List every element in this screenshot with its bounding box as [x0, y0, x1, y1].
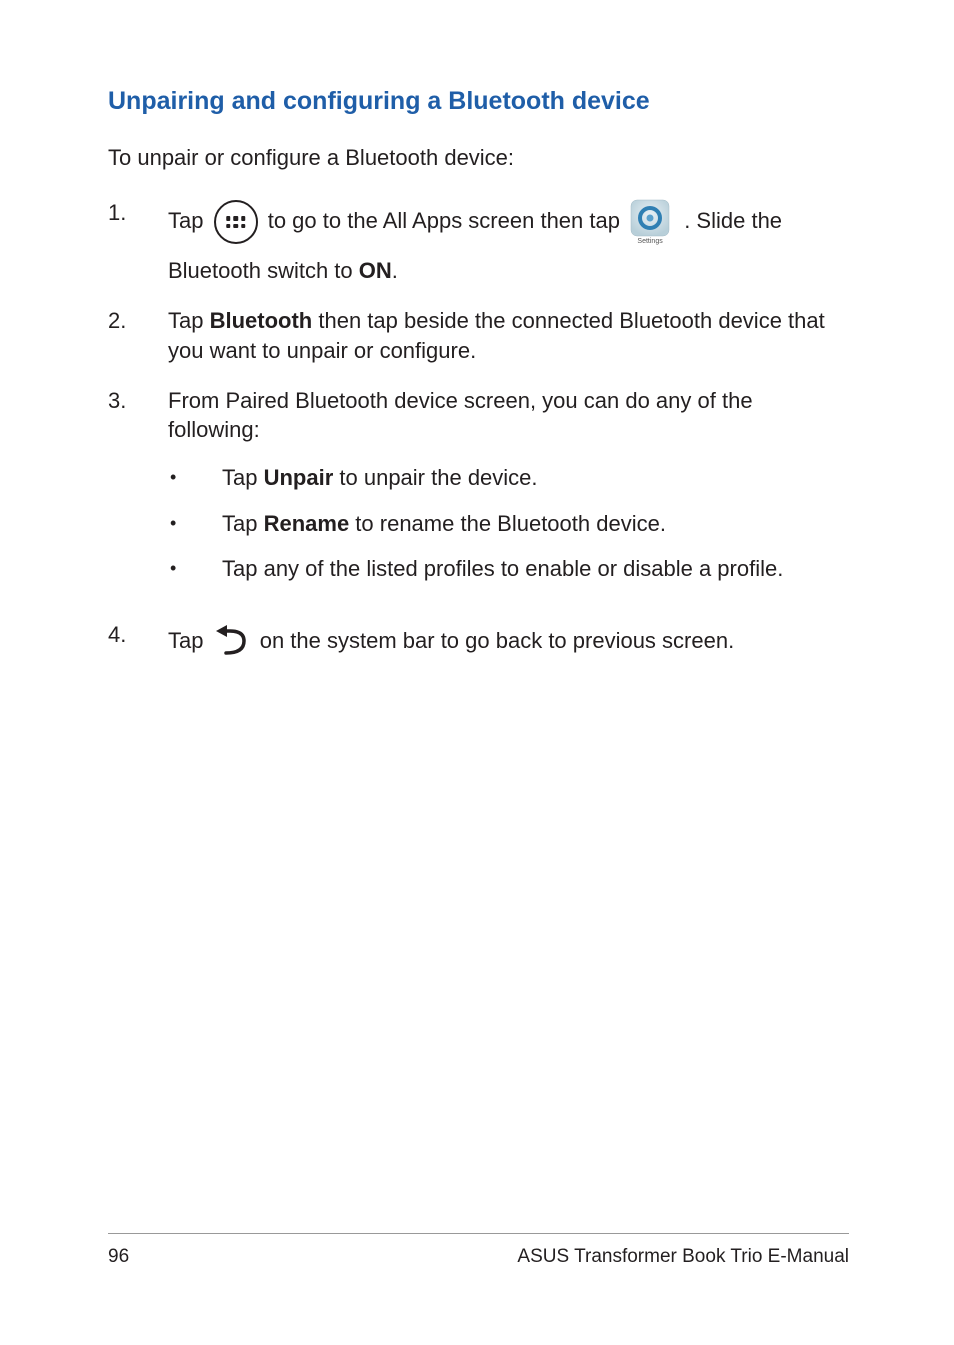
- page-footer: 96 ASUS Transformer Book Trio E-Manual: [108, 1233, 849, 1270]
- bullet1-b: Unpair: [264, 465, 334, 490]
- step1-text-c: . Slide the: [684, 208, 782, 233]
- page-number: 96: [108, 1244, 129, 1270]
- bullet2-a: Tap: [222, 511, 264, 536]
- step-3: 3. From Paired Bluetooth device screen, …: [108, 386, 849, 600]
- bullet-dot: •: [170, 554, 222, 584]
- bullet-dot: •: [170, 509, 222, 539]
- settings-icon: Settings: [628, 198, 672, 246]
- manual-title: ASUS Transformer Book Trio E-Manual: [517, 1244, 849, 1270]
- bullet-item-unpair: • Tap Unpair to unpair the device.: [168, 463, 849, 493]
- bullet2-c: to rename the Bluetooth device.: [349, 511, 666, 536]
- step2-bluetooth: Bluetooth: [210, 308, 313, 333]
- step4-text-b: on the system bar to go back to previous…: [260, 628, 734, 653]
- step1-text-b: to go to the All Apps screen then tap: [268, 208, 626, 233]
- step2-text-a: Tap: [168, 308, 210, 333]
- intro-text: To unpair or configure a Bluetooth devic…: [108, 143, 849, 173]
- bullet1-a: Tap: [222, 465, 264, 490]
- step-number: 2.: [108, 306, 168, 365]
- bullet1-c: to unpair the device.: [333, 465, 537, 490]
- step1-text-e: .: [392, 258, 398, 283]
- step1-on: ON: [359, 258, 392, 283]
- step1-text-d: Bluetooth switch to: [168, 258, 359, 283]
- bullet-item-rename: • Tap Rename to rename the Bluetooth dev…: [168, 509, 849, 539]
- step3-lead: From Paired Bluetooth device screen, you…: [168, 386, 849, 445]
- settings-icon-label: Settings: [637, 235, 662, 248]
- step-number: 3.: [108, 386, 168, 600]
- bullet-item-profiles: • Tap any of the listed profiles to enab…: [168, 554, 849, 584]
- step-4: 4. Tap on the system bar to go back to p…: [108, 620, 849, 662]
- step-number: 4.: [108, 620, 168, 662]
- step-1: 1. Tap to go to the All Apps screen then…: [108, 198, 849, 286]
- section-heading: Unpairing and configuring a Bluetooth de…: [108, 85, 849, 119]
- bullet-dot: •: [170, 463, 222, 493]
- bullet3-text: Tap any of the listed profiles to enable…: [222, 554, 783, 584]
- bullet2-b: Rename: [264, 511, 350, 536]
- step1-text-a: Tap: [168, 208, 210, 233]
- step4-text-a: Tap: [168, 628, 210, 653]
- step-number: 1.: [108, 198, 168, 286]
- back-icon: [212, 625, 252, 659]
- all-apps-icon: [214, 200, 258, 244]
- step-2: 2. Tap Bluetooth then tap beside the con…: [108, 306, 849, 365]
